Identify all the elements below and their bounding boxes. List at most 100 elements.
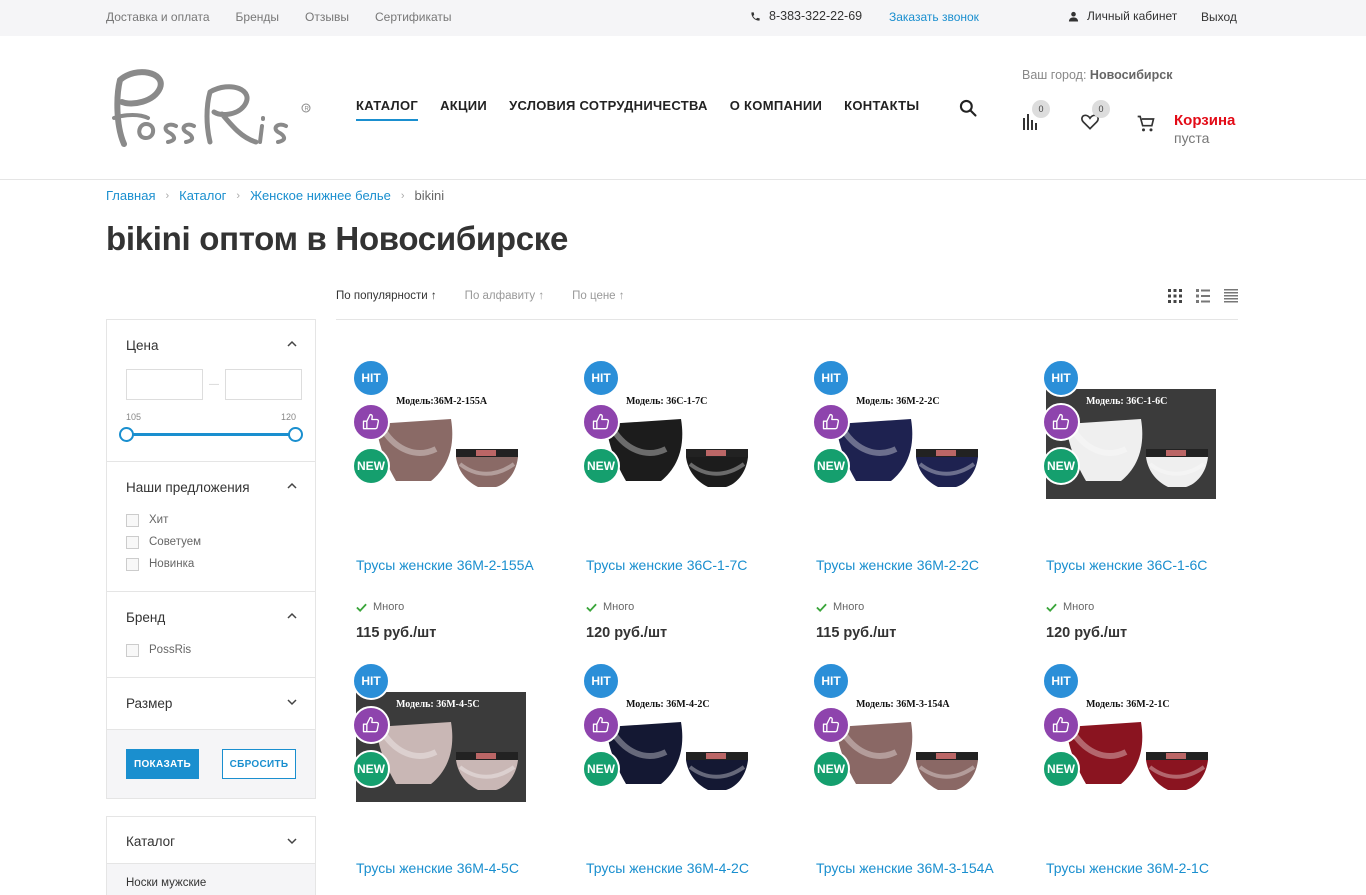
stock-label: Много: [603, 601, 635, 613]
nav-catalog[interactable]: КАТАЛОГ: [356, 98, 419, 121]
hit-badge: HIT: [812, 359, 850, 397]
nav-cooperation[interactable]: УСЛОВИЯ СОТРУДНИЧЕСТВА: [509, 98, 708, 121]
favorites-count: 0: [1092, 100, 1110, 118]
possris-logo[interactable]: R: [106, 66, 316, 156]
catalog-menu-header[interactable]: Каталог: [107, 817, 315, 864]
show-button[interactable]: ПОКАЗАТЬ: [126, 749, 199, 779]
offer-hit-checkbox[interactable]: Хит: [126, 509, 296, 531]
top-link-certificates[interactable]: Сертификаты: [375, 10, 452, 24]
logout-link[interactable]: Выход: [1201, 10, 1237, 24]
catalog-menu-item[interactable]: Носки мужские: [107, 864, 315, 895]
chevron-up-icon[interactable]: [287, 339, 297, 349]
nav-about[interactable]: О КОМПАНИИ: [730, 98, 822, 121]
cabinet-link[interactable]: Личный кабинет: [1068, 9, 1177, 23]
page-title: bikini оптом в Новосибирске: [106, 220, 569, 257]
stock-status: Много: [356, 601, 404, 613]
product-name[interactable]: Трусы женские 36М-4-2С: [586, 858, 766, 878]
top-link-delivery[interactable]: Доставка и оплата: [106, 10, 210, 24]
header: R КАТАЛОГ АКЦИИ УСЛОВИЯ СОТРУДНИЧЕСТВА О…: [0, 36, 1366, 180]
chevron-up-icon[interactable]: [287, 481, 297, 491]
search-icon[interactable]: [958, 98, 978, 118]
slider-tick: [253, 436, 255, 440]
hit-badge: HIT: [582, 359, 620, 397]
cart-button[interactable]: Корзина пуста: [1136, 112, 1235, 146]
cart-icon: [1137, 115, 1155, 132]
thumbs-up-icon: [822, 716, 840, 733]
product-badges: HIT NEW: [582, 662, 620, 788]
slider-handle-max[interactable]: [288, 427, 303, 442]
hit-badge: HIT: [352, 662, 390, 700]
view-list-icon[interactable]: [1196, 289, 1210, 303]
product-model-label: Модель: 36М-4-2С: [626, 699, 710, 710]
filter-offers-title[interactable]: Наши предложения: [126, 480, 296, 495]
nav-contacts[interactable]: КОНТАКТЫ: [844, 98, 919, 121]
top-link-brands[interactable]: Бренды: [236, 10, 279, 24]
favorites-button[interactable]: 0: [1080, 100, 1110, 138]
checkbox[interactable]: [126, 557, 139, 571]
compare-button[interactable]: 0: [1020, 100, 1050, 138]
product-badges: HIT NEW: [352, 662, 390, 788]
checkbox[interactable]: [126, 535, 139, 549]
filter-size: Размер: [107, 678, 315, 730]
breadcrumb-catalog[interactable]: Каталог: [179, 188, 226, 203]
product-name[interactable]: Трусы женские 36М-2-2С: [816, 555, 996, 575]
breadcrumb-women-underwear[interactable]: Женское нижнее белье: [250, 188, 391, 203]
price-min-input[interactable]: [126, 369, 203, 400]
brand-possris-label: PossRis: [149, 644, 192, 656]
chevron-up-icon[interactable]: [287, 611, 297, 621]
chevron-down-icon[interactable]: [287, 697, 297, 707]
recommend-badge: [1042, 403, 1080, 441]
city-value: Новосибирск: [1089, 68, 1173, 82]
product-name[interactable]: Трусы женские 36М-2-1С: [1046, 858, 1226, 878]
filter-brand-title[interactable]: Бренд: [126, 610, 296, 625]
stock-status: Много: [816, 601, 864, 613]
price-slider[interactable]: [119, 425, 303, 445]
filter-buttons: ПОКАЗАТЬ СБРОСИТЬ: [107, 730, 315, 798]
chevron-right-icon: ›: [165, 189, 170, 202]
view-table-icon[interactable]: [1224, 289, 1238, 303]
checkbox[interactable]: [126, 643, 139, 657]
product-name[interactable]: Трусы женские 36М-2-155А: [356, 555, 536, 575]
top-link-reviews[interactable]: Отзывы: [305, 10, 349, 24]
product-name[interactable]: Трусы женские 36С-1-6С: [1046, 555, 1226, 575]
cabinet-label: Личный кабинет: [1087, 9, 1178, 23]
city-selector[interactable]: Ваш город: Новосибирск: [1022, 68, 1172, 82]
range-dash: —: [209, 379, 219, 390]
recommend-badge: [582, 403, 620, 441]
product-name[interactable]: Трусы женские 36С-1-7С: [586, 555, 766, 575]
price-max-input[interactable]: [225, 369, 302, 400]
recommend-badge: [812, 403, 850, 441]
view-grid-icon[interactable]: [1168, 289, 1182, 303]
hit-badge: HIT: [812, 662, 850, 700]
offer-recommend-checkbox[interactable]: Советуем: [126, 531, 296, 553]
filter-size-title[interactable]: Размер: [126, 696, 296, 711]
phone[interactable]: 8-383-322-22-69: [750, 9, 862, 23]
sort-popularity[interactable]: По популярности ↑: [336, 290, 437, 302]
thumbs-up-icon: [1052, 413, 1070, 430]
chevron-down-icon[interactable]: [287, 836, 297, 846]
product-model-label: Модель: 36С-1-7С: [626, 396, 707, 407]
brand-possris-checkbox[interactable]: PossRis: [126, 639, 296, 661]
new-badge: NEW: [582, 750, 620, 788]
product-name[interactable]: Трусы женские 36М-4-5С: [356, 858, 536, 878]
filter-panel: Цена — 105 120 Наши предложения Хит Сове…: [106, 319, 316, 799]
offer-hit-label: Хит: [149, 514, 169, 526]
offer-new-checkbox[interactable]: Новинка: [126, 553, 296, 575]
slider-handle-min[interactable]: [119, 427, 134, 442]
hit-badge: HIT: [582, 662, 620, 700]
sort-alphabet[interactable]: По алфавиту ↑: [465, 290, 544, 302]
check-icon: [1046, 603, 1057, 612]
checkbox[interactable]: [126, 513, 139, 527]
sort-price[interactable]: По цене ↑: [572, 290, 624, 302]
product-name[interactable]: Трусы женские 36М-3-154А: [816, 858, 996, 878]
product-model-label: Модель: 36М-3-154А: [856, 699, 950, 710]
nav-promotions[interactable]: АКЦИИ: [440, 98, 487, 121]
city-label: Ваш город:: [1022, 68, 1087, 82]
chevron-right-icon: ›: [236, 189, 241, 202]
callback-link[interactable]: Заказать звонок: [889, 10, 979, 24]
phone-icon: [751, 11, 760, 21]
slider-tick: [168, 436, 170, 440]
reset-button[interactable]: СБРОСИТЬ: [221, 749, 296, 779]
filter-price-title[interactable]: Цена: [126, 338, 296, 353]
breadcrumb-home[interactable]: Главная: [106, 188, 155, 203]
